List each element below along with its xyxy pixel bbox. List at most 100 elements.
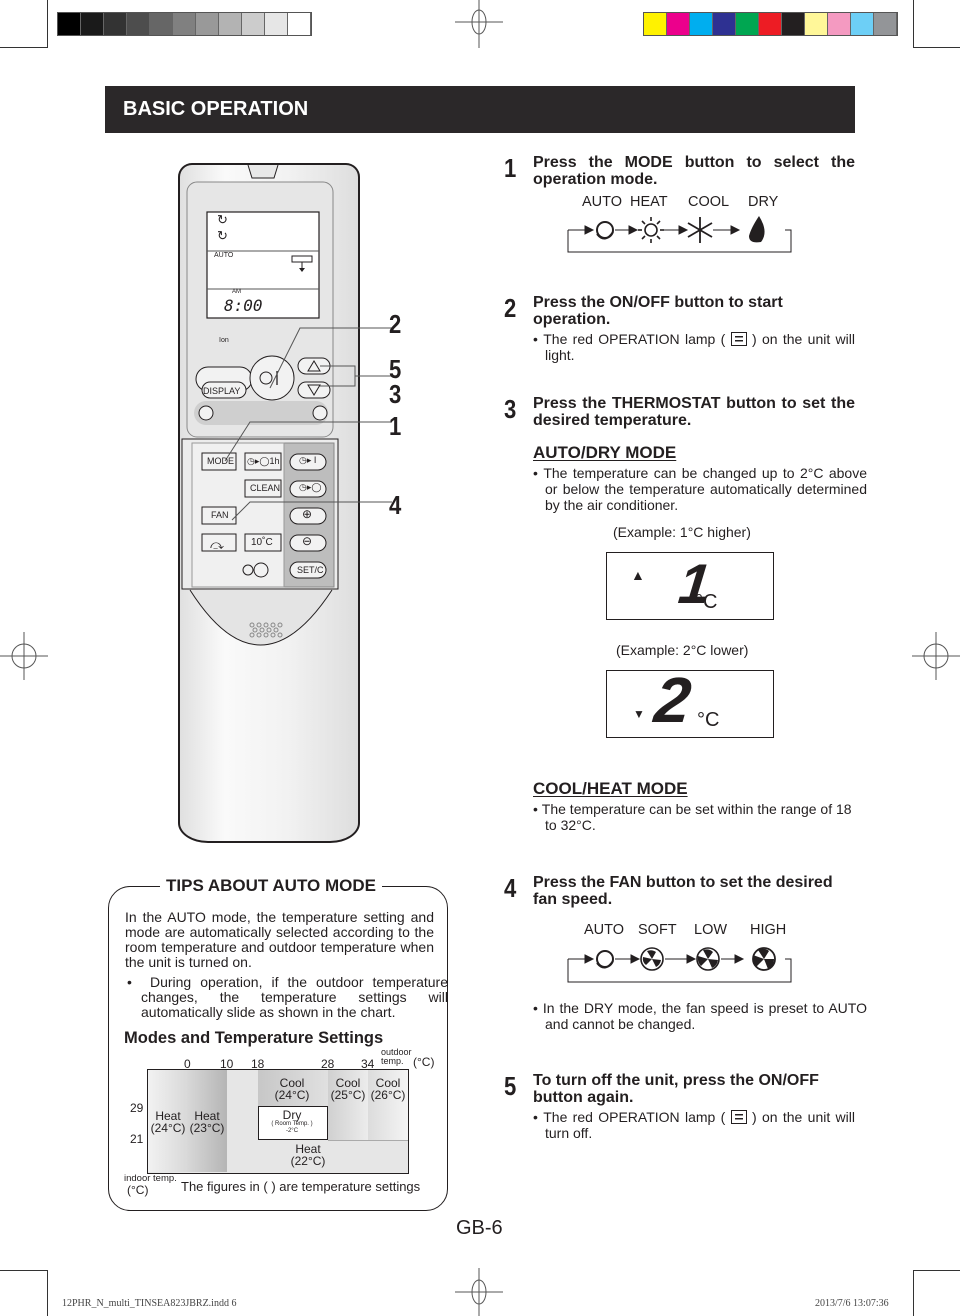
example-1-lcd: ▲ 1 °C xyxy=(606,552,774,620)
cool-snowflake-icon xyxy=(687,217,713,243)
ten-degree-button[interactable]: 10˚C xyxy=(251,537,273,548)
auto-icon xyxy=(596,950,614,969)
color-swatch xyxy=(58,13,81,35)
timer-1h-button[interactable]: ◷▸◯1h xyxy=(247,456,279,467)
section-header: BASIC OPERATION xyxy=(105,86,855,133)
label-heat-24: Heat (24°C) xyxy=(150,1109,186,1135)
tips-bullet: • During operation, if the outdoor tempe… xyxy=(127,974,448,1020)
label-dry: Dry( Room Temp. ) -2°C xyxy=(271,1108,313,1134)
grayscale-swatch-bar xyxy=(57,12,312,36)
mode-label-auto: AUTO xyxy=(582,194,623,210)
tick-34: 34 xyxy=(361,1057,375,1071)
fan-soft-icon xyxy=(640,947,664,971)
color-swatch xyxy=(81,13,104,35)
chart-title: Modes and Temperature Settings xyxy=(124,1029,384,1047)
crop-mark xyxy=(0,47,48,48)
registration-mark-icon xyxy=(455,1268,503,1316)
indoor-unit: (°C) xyxy=(127,1183,149,1197)
example-1-unit: °C xyxy=(695,591,718,613)
crop-mark xyxy=(913,47,960,48)
fan-label-auto: AUTO xyxy=(584,922,625,938)
page-number: GB-6 xyxy=(456,1217,503,1239)
label-cool-25: Cool (25°C) xyxy=(330,1076,366,1102)
fan-high-icon xyxy=(752,947,776,971)
tips-title: TIPS ABOUT AUTO MODE xyxy=(160,876,382,896)
step-4-bullet: • In the DRY mode, the fan speed is pres… xyxy=(533,1000,867,1032)
step-5-bullet: • The red OPERATION lamp ( ) on the unit… xyxy=(533,1109,855,1141)
outdoor-temp-label: outdoor temp. xyxy=(381,1047,412,1066)
lcd-auto-icon: ↻ ↻ xyxy=(217,212,228,243)
step-2-number: 2 xyxy=(504,293,517,323)
tick-0: 0 xyxy=(184,1057,191,1071)
crop-mark xyxy=(913,0,914,48)
color-swatch xyxy=(644,13,667,35)
example-2-digit: 2 xyxy=(651,664,695,736)
bullet-text: The temperature can be changed up to 2°C… xyxy=(543,465,867,513)
bullet-text: The red OPERATION lamp ( xyxy=(543,331,726,347)
color-swatch xyxy=(104,13,127,35)
tick-18: 18 xyxy=(251,1057,265,1071)
color-swatch xyxy=(127,13,150,35)
set-cancel-button[interactable]: SET/C xyxy=(297,565,324,575)
tick-28: 28 xyxy=(321,1057,335,1071)
step-2-title: Press the ON/OFF button to start operati… xyxy=(533,294,783,328)
step-2-bullet: • The red OPERATION lamp ( ) on the unit… xyxy=(533,331,855,363)
plus-button[interactable]: ⊕ xyxy=(302,507,312,521)
mode-cycle-diagram xyxy=(567,216,792,253)
example-2-caption: (Example: 2°C lower) xyxy=(616,642,749,658)
registration-mark-icon xyxy=(455,0,503,48)
color-swatch xyxy=(150,13,173,35)
step-3-number: 3 xyxy=(504,394,517,424)
mode-button[interactable]: MODE xyxy=(207,456,234,466)
label-heat-22: Heat (22°C) xyxy=(290,1142,326,1168)
on-timer-button[interactable]: ◷▸ I xyxy=(299,455,316,466)
fan-cycle-diagram xyxy=(567,947,792,983)
dry-drop-icon xyxy=(749,216,765,243)
off-timer-button[interactable]: ◷▸◯ xyxy=(299,482,321,493)
example-2-lcd: ▼ 2 °C xyxy=(606,664,774,738)
color-swatch xyxy=(242,13,265,35)
bullet-text: The red OPERATION lamp ( xyxy=(543,1109,726,1125)
step-4-number: 4 xyxy=(504,873,517,903)
display-button[interactable]: DISPLAY xyxy=(203,386,240,396)
color-swatch xyxy=(782,13,805,35)
outdoor-unit: (°C) xyxy=(413,1055,435,1069)
ion-label: Ion xyxy=(219,337,229,344)
tick-21: 21 xyxy=(130,1132,144,1146)
fan-label-high: HIGH xyxy=(750,922,787,938)
fan-button[interactable]: FAN xyxy=(211,510,229,520)
label-cool-26: Cool (26°C) xyxy=(370,1076,406,1102)
auto-dry-bullet: • The temperature can be changed up to 2… xyxy=(533,465,867,513)
example-2-unit: °C xyxy=(697,709,720,731)
mode-label-heat: HEAT xyxy=(630,194,668,210)
step-4-title: Press the FAN button to set the desired … xyxy=(533,874,833,908)
mode-cycle-labels: AUTO HEAT COOL DRY xyxy=(582,194,778,210)
mode-label-dry: DRY xyxy=(748,194,779,210)
callout-3: 3 xyxy=(389,379,402,409)
crop-mark xyxy=(913,1270,960,1271)
step-1-title: Press the MODE button to select the oper… xyxy=(533,154,855,188)
step-3-title: Press the THERMOSTAT button to set the d… xyxy=(533,395,855,429)
minus-button[interactable]: ⊖ xyxy=(302,534,312,548)
color-swatch xyxy=(851,13,874,35)
step-5-title: To turn off the unit, press the ON/OFF b… xyxy=(533,1072,819,1106)
lcd-auto-label: AUTO xyxy=(214,252,234,259)
operation-lamp-icon xyxy=(730,332,747,346)
callout-1: 1 xyxy=(389,411,402,441)
tick-29: 29 xyxy=(130,1101,144,1115)
footer-timestamp: 2013/7/6 13:07:36 xyxy=(815,1298,889,1309)
clean-button[interactable]: CLEAN xyxy=(250,483,280,493)
tips-paragraph: In the AUTO mode, the temperature settin… xyxy=(125,909,434,970)
auto-dry-mode-heading: AUTO/DRY MODE xyxy=(533,443,677,462)
lcd-time: 8:00 xyxy=(224,296,263,315)
cool-heat-bullet: • The temperature can be set within the … xyxy=(533,801,852,833)
bullet-text: In the DRY mode, the fan speed is preset… xyxy=(542,1000,867,1032)
lcd-ampm: AM xyxy=(232,289,241,295)
crop-mark xyxy=(0,1270,48,1271)
step-1-number: 1 xyxy=(504,153,517,183)
swing-button-icon[interactable]: ⤼ xyxy=(210,537,224,553)
crop-mark xyxy=(47,1270,48,1316)
color-swatch xyxy=(667,13,690,35)
heat-sun-icon xyxy=(638,217,664,243)
color-swatch xyxy=(828,13,851,35)
